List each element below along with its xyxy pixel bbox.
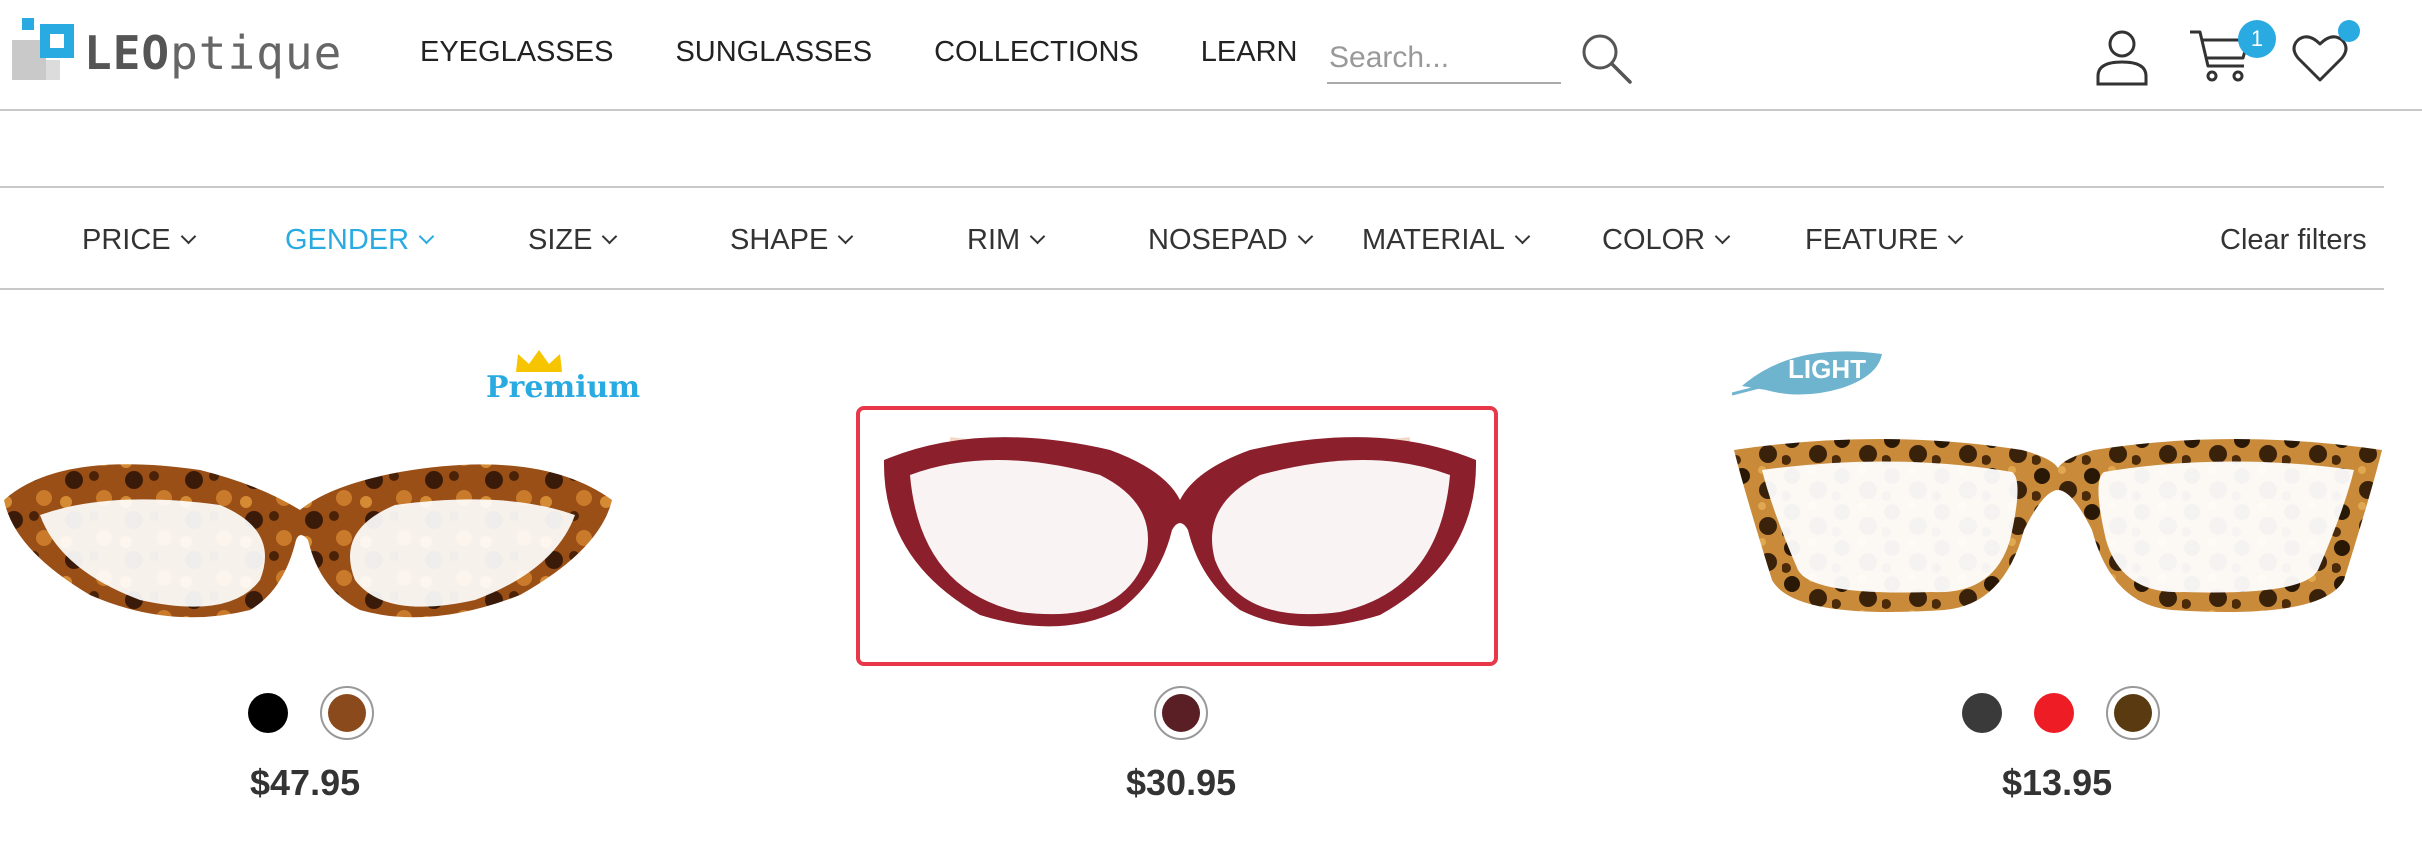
color-swatches bbox=[1154, 686, 1240, 740]
color-swatch-tortoise-selected[interactable] bbox=[2106, 686, 2160, 740]
logo-text-bold: LEO bbox=[84, 26, 171, 80]
filter-material[interactable]: MATERIAL bbox=[1362, 224, 1531, 257]
color-swatch-red[interactable] bbox=[2034, 693, 2074, 733]
chevron-down-icon bbox=[180, 228, 196, 245]
filter-nosepad[interactable]: NOSEPAD bbox=[1148, 224, 1313, 257]
clear-filters-link[interactable]: Clear filters bbox=[2220, 224, 2367, 257]
main-nav: EYEGLASSES SUNGLASSES COLLECTIONS LEARN bbox=[420, 36, 1359, 69]
logo-text-light: ptique bbox=[170, 26, 343, 80]
chevron-down-icon bbox=[838, 228, 854, 245]
product-image[interactable] bbox=[1732, 430, 2384, 640]
nav-eyeglasses[interactable]: EYEGLASSES bbox=[420, 36, 613, 69]
filter-color[interactable]: COLOR bbox=[1602, 224, 1731, 257]
filter-gender-label: GENDER bbox=[285, 224, 410, 256]
filter-price-label: PRICE bbox=[82, 224, 171, 256]
chevron-down-icon bbox=[1947, 228, 1964, 245]
filter-bar: PRICE GENDER SIZE SHAPE RIM NOSEPAD MATE… bbox=[0, 186, 2384, 290]
swatch-fill bbox=[328, 694, 366, 732]
filter-size-label: SIZE bbox=[528, 224, 593, 256]
chevron-down-icon bbox=[1297, 228, 1313, 245]
color-swatch-dark-grey[interactable] bbox=[1962, 693, 2002, 733]
logo-mark-icon bbox=[12, 18, 74, 80]
filter-price[interactable]: PRICE bbox=[82, 224, 196, 257]
chevron-down-icon bbox=[602, 228, 618, 245]
premium-badge: Premium bbox=[486, 348, 640, 405]
wishlist-dot-badge bbox=[2338, 20, 2360, 42]
color-swatch-tortoise-selected[interactable] bbox=[320, 686, 374, 740]
filter-rim[interactable]: RIM bbox=[967, 224, 1046, 257]
cart-count-badge: 1 bbox=[2238, 20, 2276, 58]
nav-learn[interactable]: LEARN bbox=[1201, 36, 1298, 69]
chevron-down-icon bbox=[1714, 228, 1731, 245]
nav-collections[interactable]: COLLECTIONS bbox=[934, 36, 1139, 69]
filter-nosepad-label: NOSEPAD bbox=[1148, 224, 1288, 256]
product-image[interactable] bbox=[0, 430, 615, 640]
filter-size[interactable]: SIZE bbox=[528, 224, 618, 257]
light-badge: LIGHT bbox=[1731, 340, 1882, 404]
product-price: $47.95 bbox=[250, 762, 361, 803]
filter-material-label: MATERIAL bbox=[1362, 224, 1505, 256]
color-swatches bbox=[1962, 686, 2192, 740]
product-price: $30.95 bbox=[1126, 762, 1237, 803]
color-swatch-burgundy-selected[interactable] bbox=[1154, 686, 1208, 740]
filter-shape-label: SHAPE bbox=[730, 224, 829, 256]
user-icon[interactable] bbox=[2094, 28, 2150, 86]
logo-text: LEOptique bbox=[84, 26, 342, 80]
swatch-fill bbox=[1162, 694, 1200, 732]
filter-shape[interactable]: SHAPE bbox=[730, 224, 854, 257]
chevron-down-icon bbox=[1514, 228, 1531, 245]
search-input[interactable] bbox=[1327, 34, 1561, 84]
light-badge-label: LIGHT bbox=[1788, 354, 1866, 384]
search-icon[interactable] bbox=[1578, 30, 1634, 86]
swatch-fill bbox=[2114, 694, 2152, 732]
product-image[interactable] bbox=[880, 420, 1480, 630]
color-swatches bbox=[248, 686, 406, 740]
product-price: $13.95 bbox=[2002, 762, 2113, 803]
filter-rim-label: RIM bbox=[967, 224, 1021, 256]
filter-feature-label: FEATURE bbox=[1805, 224, 1939, 256]
filter-feature[interactable]: FEATURE bbox=[1805, 224, 1964, 257]
site-header: LEOptique EYEGLASSES SUNGLASSES COLLECTI… bbox=[0, 0, 2422, 111]
chevron-down-icon bbox=[1029, 228, 1046, 245]
filter-gender[interactable]: GENDER bbox=[285, 224, 435, 257]
filter-color-label: COLOR bbox=[1602, 224, 1706, 256]
chevron-down-icon bbox=[418, 228, 435, 245]
nav-sunglasses[interactable]: SUNGLASSES bbox=[675, 36, 872, 69]
site-logo[interactable]: LEOptique bbox=[12, 16, 341, 86]
color-swatch-black[interactable] bbox=[248, 693, 288, 733]
premium-badge-label: Premium bbox=[486, 370, 641, 405]
